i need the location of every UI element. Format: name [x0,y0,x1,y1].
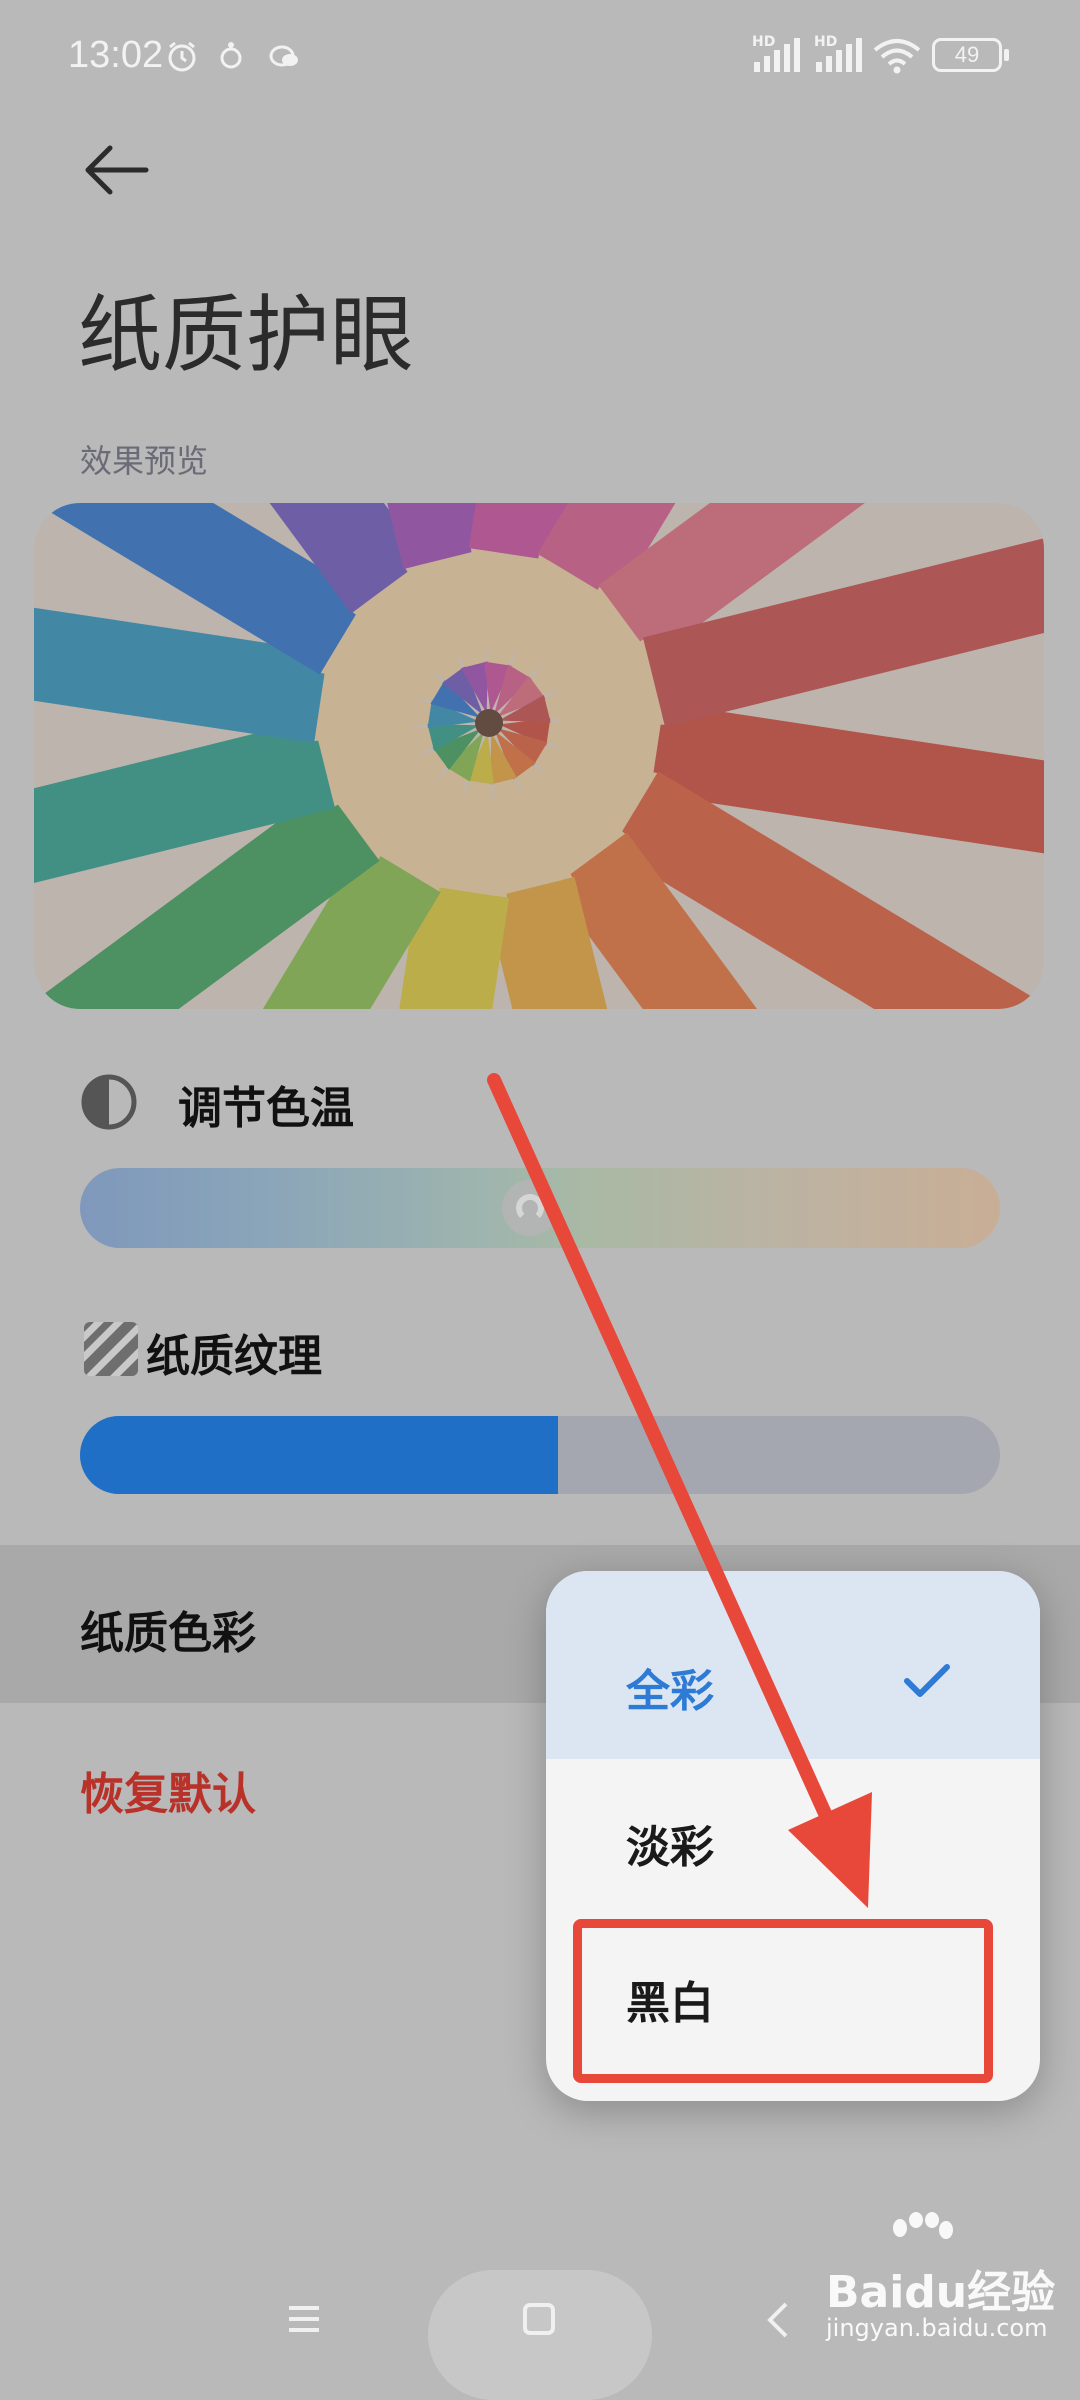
app-notification-icon [220,42,242,69]
color-temperature-label: 调节色温 [178,1083,354,1134]
wifi-icon [873,39,921,74]
status-time: 13:02 [68,34,164,76]
paper-color-label: 纸质色彩 [80,1608,256,1659]
menu-icon[interactable] [286,2304,322,2334]
back-arrow-icon[interactable] [82,140,152,200]
page-title: 纸质护眼 [78,286,415,384]
contrast-icon [81,1074,137,1130]
home-icon[interactable] [522,2302,556,2336]
annotation-arrow [487,1073,872,1908]
paper-texture-label: 纸质纹理 [146,1331,322,1382]
reset-button[interactable]: 恢复默认 [80,1758,256,1822]
watermark: Baidu经验 jingyan.baidu.com [826,2210,1056,2350]
battery-icon: 49 [932,38,1002,72]
annotation-highlight-box [573,1919,993,2083]
watermark-brand: Baidu经验 [826,2267,1056,2318]
colored-pencils-image [34,503,1044,1009]
texture-icon [84,1322,138,1376]
paw-logo [893,2212,953,2239]
battery-nub [1004,49,1009,61]
preview-label: 效果预览 [80,442,209,480]
status-bar: 13:02 HD HD 49 [0,0,1080,110]
preview-image [34,503,1044,1009]
signal-icon [816,38,862,72]
watermark-url: jingyan.baidu.com [826,2314,1048,2342]
alarm-icon [168,41,196,72]
checkmark-icon [904,1664,950,1697]
back-icon[interactable] [766,2300,790,2340]
signal-icon [754,38,800,72]
wechat-icon [269,45,298,67]
